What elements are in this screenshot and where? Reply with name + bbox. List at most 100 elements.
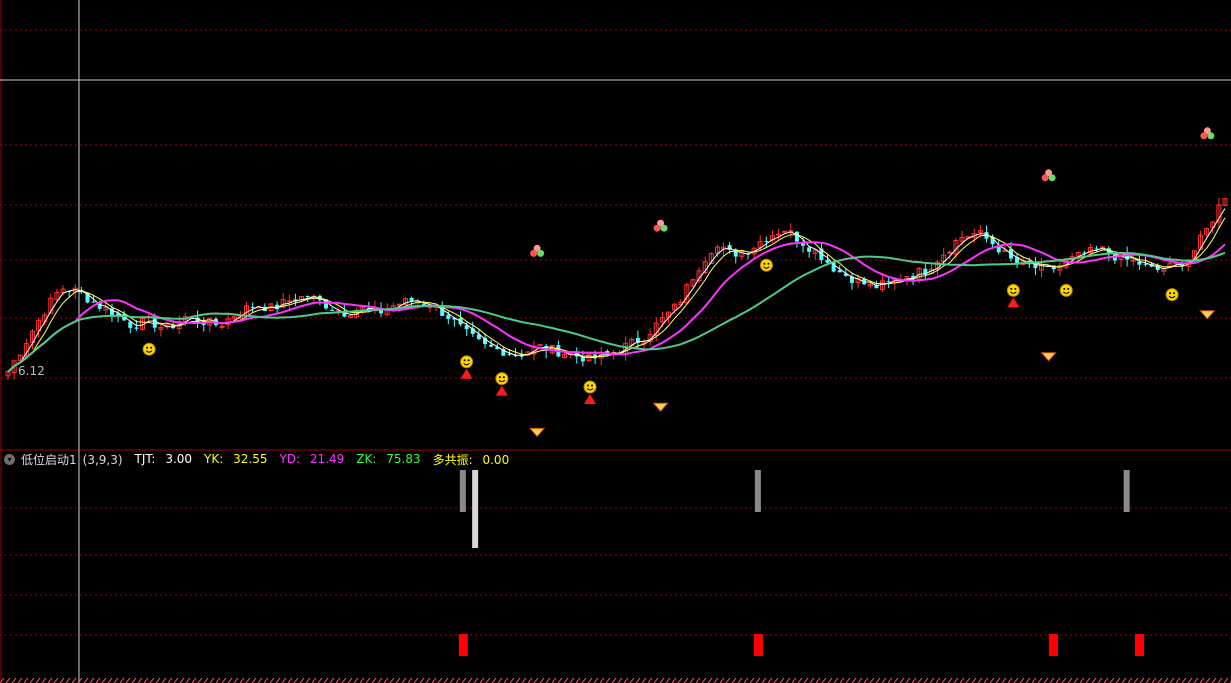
bottom-hatch xyxy=(95,677,101,683)
bottom-hatch xyxy=(359,677,365,683)
bottom-hatch xyxy=(593,677,599,683)
signal-bar-red xyxy=(1134,634,1144,656)
smiley-eye xyxy=(1169,292,1172,295)
candle-body xyxy=(489,344,494,347)
bottom-hatch xyxy=(341,677,347,683)
bottom-hatch xyxy=(1049,677,1055,683)
bottom-hatch xyxy=(71,677,77,683)
bottom-hatch xyxy=(557,677,563,683)
candle-body xyxy=(837,270,842,273)
diamond-icon xyxy=(1199,310,1216,320)
bottom-hatch xyxy=(419,677,425,683)
bottom-hatch xyxy=(689,677,695,683)
signal-bar-gray xyxy=(472,470,479,548)
signal-bar-gray xyxy=(459,470,466,512)
candle-body xyxy=(427,306,433,309)
bottom-hatch xyxy=(503,677,509,683)
ball-icon xyxy=(537,249,545,257)
candle-body xyxy=(794,231,799,242)
bottom-hatch xyxy=(791,677,797,683)
bottom-hatch xyxy=(353,677,359,683)
smiley-icon xyxy=(759,258,773,272)
signal-bar-gray xyxy=(1123,470,1130,512)
bottom-hatch xyxy=(971,677,977,683)
bottom-hatch xyxy=(899,677,905,683)
bottom-hatch xyxy=(563,677,569,683)
bottom-hatch xyxy=(905,677,911,683)
bottom-hatch xyxy=(167,677,173,683)
bottom-hatch xyxy=(743,677,749,683)
candle-body xyxy=(776,233,782,236)
bottom-hatch xyxy=(1217,677,1223,683)
indicator-item-zk: ZK: 75.83 xyxy=(356,452,421,466)
red-arrow-icon xyxy=(1007,297,1020,308)
bottom-hatch xyxy=(995,677,1001,683)
bottom-hatch xyxy=(803,677,809,683)
bottom-hatch xyxy=(443,677,449,683)
candle-body xyxy=(886,281,891,283)
indicator-item-tjt: TJT: 3.00 xyxy=(134,452,193,466)
bottom-hatch xyxy=(389,677,395,683)
bottom-hatch xyxy=(1121,677,1127,683)
smiley-eye xyxy=(1014,287,1017,290)
indicator-item-dgz: 多共振: 0.00 xyxy=(432,452,510,467)
candle-body xyxy=(250,306,255,308)
bottom-hatch xyxy=(1163,677,1169,683)
bottom-hatch xyxy=(1019,677,1025,683)
bottom-hatch xyxy=(611,677,617,683)
bottom-hatch xyxy=(227,677,233,683)
bottom-hatch xyxy=(695,677,701,683)
indicator-title: 低位启动1 xyxy=(21,452,77,467)
bottom-hatch xyxy=(407,677,413,683)
bottom-hatch xyxy=(1055,677,1061,683)
indicator-bar: ▾ 低位启动1 (3,9,3) TJT: 3.00 YK: 32.55 YD: 2… xyxy=(0,451,521,467)
bottom-hatch xyxy=(269,677,275,683)
bottom-hatch xyxy=(569,677,575,683)
bottom-hatch xyxy=(221,677,227,683)
bottom-hatch xyxy=(299,677,305,683)
candle-body xyxy=(580,357,585,362)
price-label: 6.12 xyxy=(18,364,45,378)
bottom-hatch xyxy=(869,677,875,683)
red-arrow-icon xyxy=(584,394,597,404)
diamond-icon xyxy=(529,427,546,438)
bottom-hatch xyxy=(581,677,587,683)
bottom-hatch xyxy=(767,677,773,683)
bottom-hatch xyxy=(11,677,17,683)
bottom-hatch xyxy=(119,677,125,683)
bottom-hatch xyxy=(293,677,299,683)
bottom-hatch xyxy=(755,677,761,683)
bottom-hatch xyxy=(929,677,935,683)
smiley-eye xyxy=(591,384,594,387)
candle-body xyxy=(764,241,769,243)
bottom-hatch xyxy=(29,677,35,683)
bottom-hatch xyxy=(23,677,29,683)
smiley-eye xyxy=(1067,287,1070,290)
bottom-hatch xyxy=(701,677,707,683)
bottom-hatch xyxy=(731,677,737,683)
bottom-hatch xyxy=(371,677,377,683)
bottom-hatch xyxy=(1205,677,1211,683)
bottom-hatch xyxy=(377,677,383,683)
indicator-name[interactable]: 低位启动1 (3,9,3) xyxy=(21,451,129,468)
diamond-icon xyxy=(1040,352,1057,362)
bottom-hatch xyxy=(251,677,257,683)
collapse-icon[interactable]: ▾ xyxy=(4,453,15,465)
candle-body xyxy=(409,297,414,302)
bottom-hatch xyxy=(101,677,107,683)
bottom-hatch xyxy=(197,677,203,683)
candle-body xyxy=(91,301,96,303)
ball-icon xyxy=(1200,132,1208,140)
smiley-eye xyxy=(150,346,153,349)
bottom-hatch xyxy=(467,677,473,683)
signal-bar-red xyxy=(753,634,763,656)
candle-body xyxy=(219,325,225,328)
bottom-hatch xyxy=(305,677,311,683)
kline-chart[interactable] xyxy=(0,0,1231,683)
bottom-hatch xyxy=(761,677,767,683)
smiley-icon xyxy=(1006,283,1020,297)
candle-body xyxy=(446,314,451,319)
bottom-hatch xyxy=(179,677,185,683)
smiley-eye xyxy=(146,346,149,349)
bottom-hatch xyxy=(647,677,653,683)
